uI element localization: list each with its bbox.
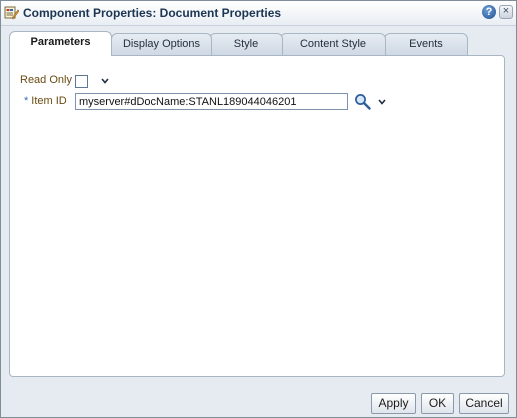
tab-bar: Events Content Style Style Display Optio…	[9, 31, 509, 56]
parameters-panel: Read Only * Item ID	[9, 55, 505, 377]
dialog-title: Component Properties: Document Propertie…	[23, 6, 282, 20]
dialog-title-bar[interactable]: Component Properties: Document Propertie…	[1, 1, 516, 26]
tab-events[interactable]: Events	[384, 33, 468, 55]
read-only-checkbox[interactable]	[75, 75, 88, 88]
item-id-label: * Item ID	[24, 95, 67, 107]
read-only-options-chevron-icon[interactable]	[100, 76, 110, 86]
item-id-options-chevron-icon[interactable]	[377, 97, 387, 107]
read-only-label: Read Only	[20, 74, 72, 86]
tab-style[interactable]: Style	[209, 33, 283, 55]
close-icon[interactable]: ×	[499, 5, 513, 19]
help-icon[interactable]: ?	[482, 5, 496, 19]
properties-icon	[4, 6, 19, 20]
search-icon[interactable]	[354, 93, 371, 110]
tab-content-style[interactable]: Content Style	[280, 33, 386, 55]
item-id-label-text: Item ID	[31, 95, 67, 107]
tab-parameters[interactable]: Parameters	[9, 31, 112, 56]
item-id-input[interactable]	[75, 93, 348, 110]
ok-button[interactable]: OK	[421, 393, 454, 414]
tab-display-options[interactable]: Display Options	[111, 33, 212, 55]
apply-button[interactable]: Apply	[371, 393, 416, 414]
component-properties-dialog: Component Properties: Document Propertie…	[0, 0, 517, 418]
dialog-footer: Apply OK Cancel	[1, 386, 516, 417]
required-marker: *	[24, 95, 29, 107]
cancel-button[interactable]: Cancel	[459, 393, 509, 414]
